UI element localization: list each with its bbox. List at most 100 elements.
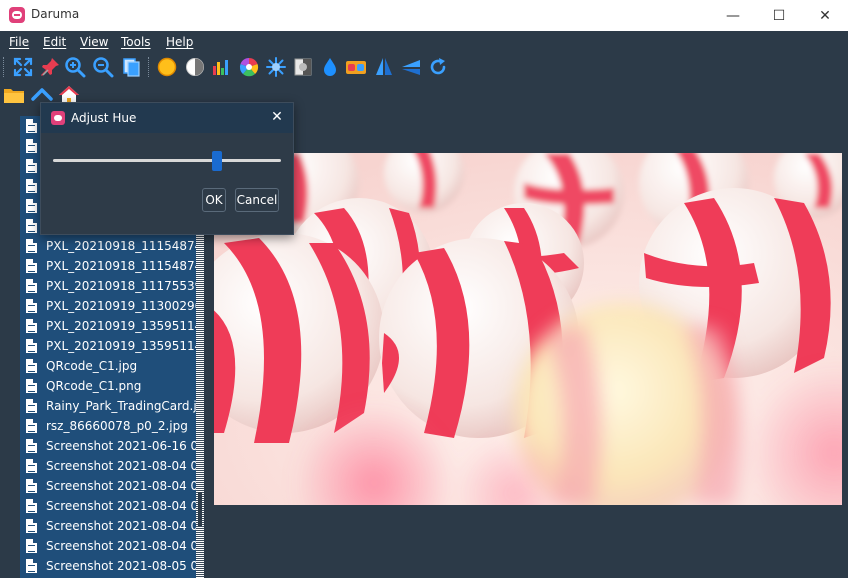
scrollbar-thumb[interactable] xyxy=(198,492,202,526)
image-file-icon xyxy=(26,119,37,133)
list-item[interactable]: QRcode_C1.png xyxy=(20,376,196,396)
list-item[interactable]: Screenshot 2021-08-04 0... xyxy=(20,476,196,496)
image-file-icon xyxy=(26,239,37,253)
menu-help[interactable]: Help xyxy=(166,35,193,49)
image-file-icon xyxy=(26,179,37,193)
file-name: Screenshot 2021-08-04 0... xyxy=(46,479,196,493)
list-item[interactable]: PXL_20210919_13595114... xyxy=(20,336,196,356)
hue-slider-track[interactable] xyxy=(53,159,281,162)
image-file-icon xyxy=(26,319,37,333)
image-file-icon xyxy=(26,159,37,173)
image-file-icon xyxy=(26,339,37,353)
copy-icon[interactable] xyxy=(120,56,142,78)
daruma-app-icon xyxy=(9,7,25,23)
rotate-icon[interactable] xyxy=(427,56,449,78)
file-name: Screenshot 2021-08-04 0... xyxy=(46,519,196,533)
menu-edit[interactable]: Edit xyxy=(43,35,66,49)
image-file-icon xyxy=(26,259,37,273)
list-item[interactable]: Rainy_Park_TradingCard.jpg xyxy=(20,396,196,416)
menu-file[interactable]: File xyxy=(9,35,29,49)
image-file-icon xyxy=(26,359,37,373)
image-file-icon xyxy=(26,519,37,533)
sharpen-icon[interactable] xyxy=(265,56,287,78)
grayscale-icon[interactable] xyxy=(292,56,314,78)
file-name: QRcode_C1.png xyxy=(46,379,142,393)
list-item[interactable]: QRcode_C1.jpg xyxy=(20,356,196,376)
image-preview[interactable] xyxy=(214,153,842,505)
image-file-icon xyxy=(26,379,37,393)
file-name: PXL_20210918_11175539... xyxy=(46,279,196,293)
file-name: PXL_20210918_11154874... xyxy=(46,259,196,273)
file-name: Screenshot 2021-06-16 0... xyxy=(46,439,196,453)
zoom-out-icon[interactable] xyxy=(92,56,114,78)
menu-view[interactable]: View xyxy=(80,35,108,49)
file-name: Screenshot 2021-08-04 0... xyxy=(46,499,196,513)
image-file-icon xyxy=(26,499,37,513)
list-item[interactable]: PXL_20210919_11300296... xyxy=(20,296,196,316)
image-file-icon xyxy=(26,199,37,213)
image-file-icon xyxy=(26,539,37,553)
list-item[interactable]: PXL_20210918_11175539... xyxy=(20,276,196,296)
daruma-app-icon xyxy=(51,111,65,125)
contrast-icon[interactable] xyxy=(184,56,206,78)
dialog-title: Adjust Hue xyxy=(71,111,137,125)
window-title: Daruma xyxy=(31,7,80,21)
zoom-in-icon[interactable] xyxy=(64,56,86,78)
file-name: Screenshot 2021-08-05 0... xyxy=(46,559,196,573)
image-file-icon xyxy=(26,139,37,153)
list-item[interactable]: Screenshot 2021-08-05 0... xyxy=(20,556,196,576)
list-item[interactable]: Screenshot 2021-08-04 0... xyxy=(20,536,196,556)
folder-icon[interactable] xyxy=(3,84,25,106)
image-file-icon xyxy=(26,479,37,493)
dialog-close-button[interactable]: ✕ xyxy=(269,109,285,125)
list-item[interactable]: rsz_86660078_p0_2.jpg xyxy=(20,416,196,436)
minimize-button[interactable]: — xyxy=(710,0,756,31)
image-file-icon xyxy=(26,219,37,233)
anaglyph-icon[interactable] xyxy=(345,56,367,78)
list-item[interactable]: PXL_20210919_13595114... xyxy=(20,316,196,336)
image-file-icon xyxy=(26,279,37,293)
file-name: QRcode_C1.jpg xyxy=(46,359,138,373)
maximize-button[interactable]: ☐ xyxy=(756,0,802,31)
menu-tools[interactable]: Tools xyxy=(121,35,151,49)
levels-icon[interactable] xyxy=(210,56,232,78)
toolbar-separator xyxy=(148,57,151,77)
main-window: Daruma — ☐ ✕ File Edit View Tools Help P… xyxy=(0,0,848,578)
image-file-icon xyxy=(26,399,37,413)
image-file-icon xyxy=(26,419,37,433)
list-item[interactable]: Screenshot 2021-08-04 0... xyxy=(20,516,196,536)
dialog-title-bar: Adjust Hue ✕ xyxy=(41,103,293,133)
mirror-icon[interactable] xyxy=(373,56,395,78)
image-file-icon xyxy=(26,299,37,313)
toolbar-main xyxy=(0,54,848,82)
hue-slider-handle[interactable] xyxy=(212,151,223,171)
image-file-icon xyxy=(26,559,37,573)
brightness-icon[interactable] xyxy=(156,56,178,78)
list-item[interactable]: Screenshot 2021-08-04 0... xyxy=(20,496,196,516)
flip-icon[interactable] xyxy=(400,56,422,78)
fit-to-window-icon[interactable] xyxy=(12,56,34,78)
list-item[interactable]: Screenshot 2021-08-04 0... xyxy=(20,456,196,476)
candy-balls-photo xyxy=(214,153,842,505)
file-name: PXL_20210919_13595114... xyxy=(46,319,196,333)
file-name: PXL_20210919_13595114... xyxy=(46,339,196,353)
list-item[interactable]: PXL_20210918_11154874... xyxy=(20,236,196,256)
file-name: Screenshot 2021-08-04 0... xyxy=(46,539,196,553)
toolbar-grip xyxy=(3,57,6,77)
adjust-hue-dialog: Adjust Hue ✕ OK Cancel xyxy=(40,102,294,235)
file-name: PXL_20210918_11154874... xyxy=(46,239,196,253)
ok-button[interactable]: OK xyxy=(202,188,226,212)
blur-icon[interactable] xyxy=(319,56,341,78)
file-name: PXL_20210919_11300296... xyxy=(46,299,196,313)
pin-icon[interactable] xyxy=(39,56,61,78)
cancel-button[interactable]: Cancel xyxy=(235,188,279,212)
panel-gutter xyxy=(0,116,20,578)
list-item[interactable]: Screenshot 2021-06-16 0... xyxy=(20,436,196,456)
file-name: Screenshot 2021-08-04 0... xyxy=(46,459,196,473)
close-window-button[interactable]: ✕ xyxy=(802,0,848,31)
file-name: rsz_86660078_p0_2.jpg xyxy=(46,419,188,433)
list-item[interactable]: PXL_20210918_11154874... xyxy=(20,256,196,276)
title-bar: Daruma — ☐ ✕ xyxy=(0,0,848,31)
hue-icon[interactable] xyxy=(238,56,260,78)
menu-bar: File Edit View Tools Help xyxy=(0,31,848,53)
